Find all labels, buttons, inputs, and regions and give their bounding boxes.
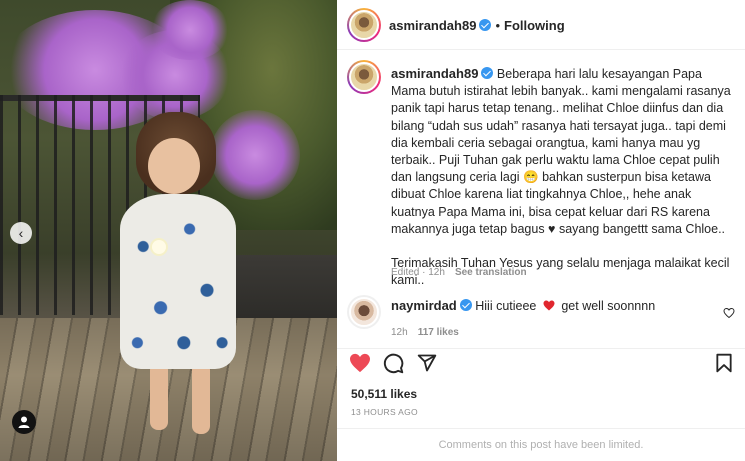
comment-time: 12h	[391, 327, 408, 338]
heart-outline-icon[interactable]	[723, 307, 735, 319]
bougainvillea-flowers	[150, 0, 230, 60]
post-actions	[337, 348, 745, 378]
verified-badge-icon	[459, 299, 472, 311]
caption-avatar[interactable]	[347, 60, 381, 94]
verified-badge-icon	[479, 19, 492, 31]
comment-icon[interactable]	[383, 353, 404, 374]
post-header: asmirandah89 • Following	[337, 0, 745, 50]
edited-time: Edited · 12h	[391, 267, 445, 278]
see-translation-link[interactable]: See translation	[455, 267, 527, 278]
child-leg	[150, 362, 168, 430]
caption-text: Beberapa hari lalu kesayangan Papa Mama …	[391, 67, 731, 288]
likes-count[interactable]: 50,511 likes	[351, 387, 417, 401]
author-username[interactable]: asmirandah89	[389, 18, 476, 33]
comment-likes-link[interactable]: 117 likes	[418, 327, 459, 338]
post-timestamp[interactable]: 13 HOURS AGO	[351, 407, 418, 417]
following-button[interactable]: Following	[504, 18, 565, 33]
user-tag-glyph	[18, 416, 30, 428]
heart-icon[interactable]	[349, 353, 371, 373]
child-face	[148, 138, 200, 194]
bookmark-icon[interactable]	[715, 353, 733, 373]
comment-text-after: get well soonnnn	[561, 299, 656, 313]
comment-text-before: Hiii cutieee	[475, 299, 537, 313]
held-flower	[152, 240, 166, 254]
verified-badge-icon	[481, 67, 494, 79]
header-user-line: asmirandah89 • Following	[389, 17, 565, 35]
post-details-panel: asmirandah89 • Following asmirandah89 Bebe…	[337, 0, 745, 461]
user-tag-icon[interactable]	[12, 410, 36, 434]
separator-dot: •	[495, 18, 500, 33]
child-figure	[112, 112, 242, 442]
child-leg	[192, 362, 210, 434]
comments-limited-notice: Comments on this post have been limited.	[337, 428, 745, 461]
red-heart-emoji-icon	[543, 300, 555, 311]
chevron-left-icon[interactable]: ‹	[10, 222, 32, 244]
commenter-username[interactable]: naymirdad	[391, 298, 457, 313]
caption-username[interactable]: asmirandah89	[391, 66, 478, 81]
comment-body: naymirdad Hiii cutieee get well soonnnn	[391, 298, 655, 313]
comment-meta: 12h 117 likes	[391, 327, 459, 338]
post-image[interactable]: ‹	[0, 0, 337, 461]
share-icon[interactable]	[417, 353, 437, 373]
comment-item: naymirdad Hiii cutieee get well soonnnn …	[337, 290, 745, 345]
commenter-avatar[interactable]	[347, 295, 381, 329]
author-avatar[interactable]	[347, 8, 381, 42]
instagram-post-window: ‹ asmirandah89 • Following asmirandah89 Be…	[0, 0, 745, 461]
caption-meta: Edited · 12h See translation	[391, 267, 527, 278]
caption-body: asmirandah89 Beberapa hari lalu kesayang…	[391, 65, 731, 290]
child-dress	[120, 194, 236, 369]
post-caption: asmirandah89 Beberapa hari lalu kesayang…	[337, 50, 745, 290]
